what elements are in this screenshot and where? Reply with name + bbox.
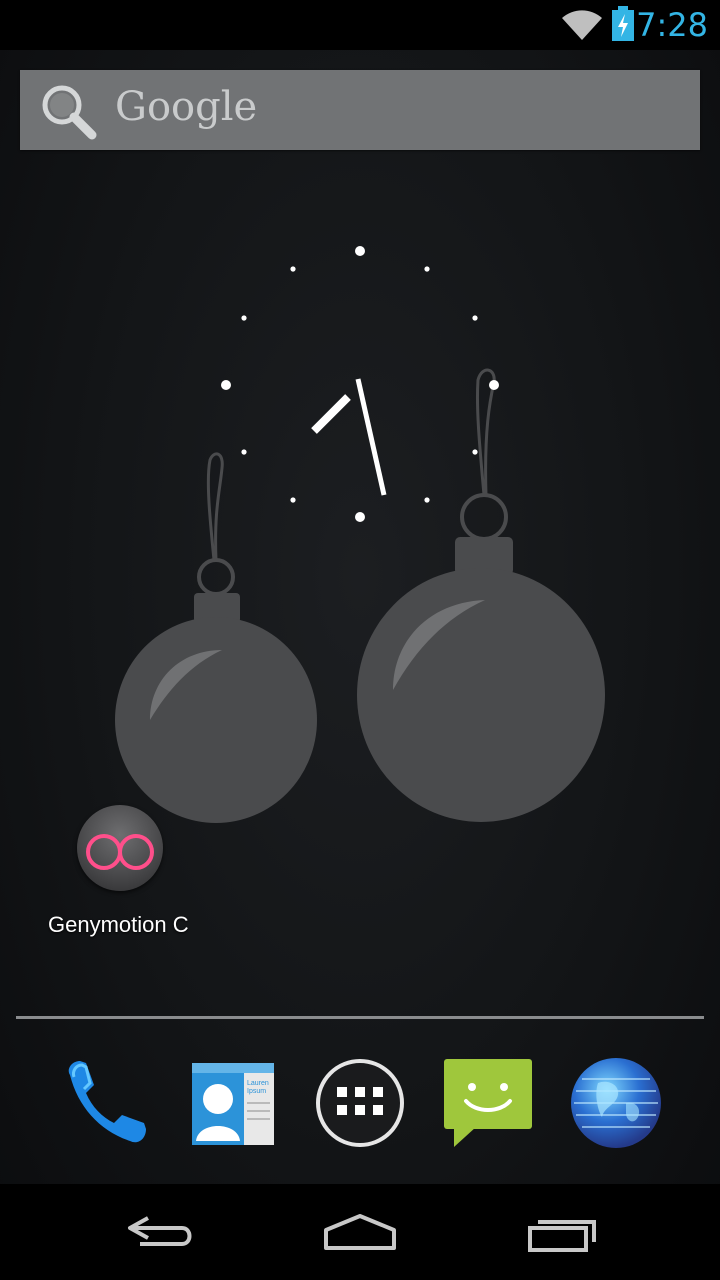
- all-apps-icon[interactable]: [312, 1055, 408, 1151]
- contacts-icon[interactable]: Lauren Ipsum: [184, 1055, 280, 1151]
- status-time: 7:28: [636, 6, 708, 44]
- svg-text:Ipsum: Ipsum: [247, 1088, 266, 1095]
- navigation-bar: [0, 1184, 720, 1280]
- google-search-bar[interactable]: Google: [20, 70, 700, 150]
- status-bar: 7:28: [0, 0, 720, 50]
- genymotion-shortcut[interactable]: Genymotion C: [30, 800, 210, 950]
- back-icon[interactable]: [120, 1204, 200, 1260]
- search-icon: [42, 85, 97, 140]
- browser-globe-icon[interactable]: [568, 1055, 664, 1151]
- clock-minute-hand: [355, 378, 387, 496]
- home-screen: 7:28 Google Genymotion C Lauren Ipsum: [0, 0, 720, 1280]
- phone-icon[interactable]: [56, 1055, 152, 1151]
- home-icon[interactable]: [320, 1204, 400, 1260]
- genymotion-label: Genymotion C: [48, 912, 189, 937]
- dock-divider: [16, 1016, 704, 1019]
- messaging-icon[interactable]: [440, 1055, 536, 1151]
- battery-charging-icon: [612, 6, 634, 41]
- wifi-icon: [562, 10, 602, 40]
- search-label: Google: [115, 84, 258, 130]
- analog-clock-widget[interactable]: [210, 235, 510, 535]
- genymotion-icon: [77, 805, 163, 891]
- clock-hour-hand: [311, 394, 351, 434]
- recent-apps-icon[interactable]: [522, 1204, 602, 1260]
- contacts-card-text: Lauren: [247, 1080, 269, 1087]
